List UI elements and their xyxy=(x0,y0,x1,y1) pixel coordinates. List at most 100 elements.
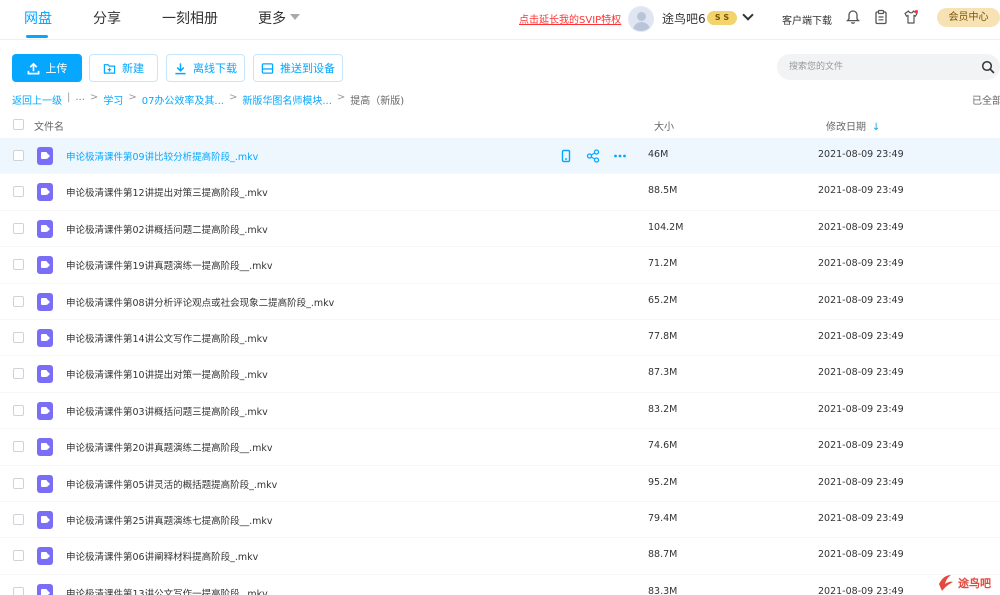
user-menu-chevron-icon[interactable] xyxy=(742,9,754,21)
file-size: 79.4M xyxy=(648,512,678,524)
breadcrumb-back[interactable]: 返回上一级 xyxy=(12,92,62,107)
video-file-icon xyxy=(37,510,53,529)
file-name[interactable]: 申论极清课件第06讲阐释材料提高阶段_.mkv xyxy=(66,549,258,563)
file-name[interactable]: 申论极清课件第13讲公文写作一提高阶段_.mkv xyxy=(66,586,268,595)
column-header-modified-label: 修改日期 xyxy=(826,122,866,133)
download-icon xyxy=(175,62,186,74)
file-name[interactable]: 申论极清课件第25讲真题演练七提高阶段__.mkv xyxy=(66,513,273,527)
file-name[interactable]: 申论极清课件第05讲灵活的概括题提高阶段_.mkv xyxy=(66,477,277,491)
table-row[interactable]: 申论极清课件第06讲阐释材料提高阶段_.mkv 88.7M 2021-08-09 2… xyxy=(0,538,1000,575)
table-row[interactable]: 申论极清课件第20讲真题演练二提高阶段__.mkv 74.6M 2021-08-09… xyxy=(0,429,1000,466)
file-name[interactable]: 申论极清课件第20讲真题演练二提高阶段__.mkv xyxy=(66,440,273,454)
breadcrumb-item[interactable]: 新版华图名师模块... xyxy=(242,92,332,107)
table-row[interactable]: 申论极清课件第25讲真题演练七提高阶段__.mkv 79.4M 2021-08-09… xyxy=(0,502,1000,539)
file-name[interactable]: 申论极清课件第08讲分析评论观点或社会现象二提高阶段_.mkv xyxy=(66,295,334,309)
search-input[interactable] xyxy=(789,59,969,75)
svip-renew-link[interactable]: 点击延长我的SVIP特权 xyxy=(519,11,621,26)
new-button[interactable]: 新建 xyxy=(89,54,158,82)
file-name[interactable]: 申论极清课件第19讲真题演练一提高阶段__.mkv xyxy=(66,258,273,272)
file-name[interactable]: 申论极清课件第03讲概括问题三提高阶段_.mkv xyxy=(66,404,268,418)
bell-icon[interactable] xyxy=(845,9,861,25)
table-row[interactable]: 申论极清课件第10讲提出对策一提高阶段_.mkv 87.3M 2021-08-09 … xyxy=(0,356,1000,393)
video-file-icon xyxy=(37,365,53,384)
more-options-icon[interactable] xyxy=(613,149,627,163)
row-checkbox[interactable] xyxy=(13,259,24,271)
select-all-checkbox[interactable] xyxy=(13,119,24,130)
offline-download-button[interactable]: 离线下载 xyxy=(166,54,245,82)
table-row[interactable]: 申论极清课件第02讲概括问题二提高阶段_.mkv 104.2M 2021-08-09… xyxy=(0,211,1000,248)
file-modified-date: 2021-08-09 23:49 xyxy=(818,512,904,524)
video-file-icon xyxy=(37,401,53,420)
video-file-icon xyxy=(37,219,53,238)
share-icon[interactable] xyxy=(586,149,600,163)
tab-more[interactable]: 更多 xyxy=(258,8,286,28)
table-row[interactable]: 申论极清课件第13讲公文写作一提高阶段_.mkv 83.3M 2021-08-09 … xyxy=(0,575,1000,595)
tab-netdisk[interactable]: 网盘 xyxy=(24,8,52,28)
search-icon[interactable] xyxy=(981,60,995,74)
file-size: 88.5M xyxy=(648,185,678,197)
push-device-icon[interactable] xyxy=(559,149,573,163)
upload-label: 上传 xyxy=(45,62,68,75)
upload-icon xyxy=(27,62,39,74)
row-checkbox[interactable] xyxy=(13,513,24,525)
file-modified-date: 2021-08-09 23:49 xyxy=(818,585,904,595)
table-row[interactable]: 申论极清课件第08讲分析评论观点或社会现象二提高阶段_.mkv 65.2M 2021… xyxy=(0,284,1000,320)
row-checkbox[interactable] xyxy=(13,150,24,161)
breadcrumb-current: 提高（新版) xyxy=(350,96,405,107)
clipboard-icon[interactable] xyxy=(873,9,889,25)
file-name[interactable]: 申论极清课件第12讲提出对策三提高阶段_.mkv xyxy=(66,185,268,199)
row-checkbox[interactable] xyxy=(13,550,24,562)
video-file-icon xyxy=(37,147,53,165)
device-icon xyxy=(261,62,274,74)
column-header-size[interactable]: 大小 xyxy=(654,118,674,133)
vip-level-badge: S S xyxy=(707,11,737,25)
file-name[interactable]: 申论极清课件第14讲公文写作二提高阶段_.mkv xyxy=(66,331,268,345)
table-row[interactable]: 申论极清课件第05讲灵活的概括题提高阶段_.mkv 95.2M 2021-08-09… xyxy=(0,466,1000,502)
row-checkbox[interactable] xyxy=(13,404,24,416)
file-modified-date: 2021-08-09 23:49 xyxy=(818,221,904,233)
breadcrumb-separator: > xyxy=(89,92,99,103)
row-checkbox[interactable] xyxy=(13,186,24,198)
row-checkbox[interactable] xyxy=(13,295,24,307)
file-name[interactable]: 申论极清课件第10讲提出对策一提高阶段_.mkv xyxy=(66,367,268,381)
file-list: 申论极清课件第09讲比较分析提高阶段_.mkv 46M 2021-08-09 23:… xyxy=(0,138,1000,595)
table-row[interactable]: 申论极清课件第09讲比较分析提高阶段_.mkv 46M 2021-08-09 23:… xyxy=(0,138,1000,175)
file-size: 95.2M xyxy=(648,476,678,488)
row-checkbox[interactable] xyxy=(13,368,24,380)
table-row[interactable]: 申论极清课件第14讲公文写作二提高阶段_.mkv 77.8M 2021-08-09 … xyxy=(0,320,1000,357)
push-to-device-button[interactable]: 推送到设备 xyxy=(253,54,343,82)
row-checkbox[interactable] xyxy=(13,477,24,489)
column-header-modified[interactable]: 修改日期 ↓ xyxy=(826,118,880,133)
file-modified-date: 2021-08-09 23:49 xyxy=(818,440,904,452)
file-modified-date: 2021-08-09 23:49 xyxy=(818,185,904,197)
column-header-name[interactable]: 文件名 xyxy=(34,118,64,133)
file-size: 65.2M xyxy=(648,294,678,306)
breadcrumb-separator: > xyxy=(336,92,346,103)
breadcrumb-item[interactable]: 07办公效率及其... xyxy=(142,92,224,107)
shirt-icon[interactable] xyxy=(903,9,919,25)
file-name[interactable]: 申论极清课件第02讲概括问题二提高阶段_.mkv xyxy=(66,222,268,236)
upload-button[interactable]: 上传 xyxy=(12,54,82,82)
row-checkbox[interactable] xyxy=(13,586,24,595)
video-file-icon xyxy=(37,474,53,493)
username[interactable]: 途鸟吧6 xyxy=(662,10,706,27)
table-row[interactable]: 申论极清课件第19讲真题演练一提高阶段__.mkv 71.2M 2021-08-09… xyxy=(0,247,1000,284)
member-center-button[interactable]: 会员中心 xyxy=(937,8,1000,27)
top-nav: 网盘 分享 一刻相册 更多 点击延长我的SVIP特权 途鸟吧6 S S 客户端下… xyxy=(0,0,1000,40)
breadcrumb-ellipsis[interactable]: ... xyxy=(75,92,85,107)
chevron-down-icon[interactable] xyxy=(290,14,300,20)
row-checkbox[interactable] xyxy=(13,441,24,453)
avatar[interactable] xyxy=(628,6,654,32)
tab-moment-album[interactable]: 一刻相册 xyxy=(162,8,218,28)
client-download-link[interactable]: 客户端下载 xyxy=(782,12,832,27)
tab-share[interactable]: 分享 xyxy=(93,8,121,28)
file-name[interactable]: 申论极清课件第09讲比较分析提高阶段_.mkv xyxy=(66,149,258,163)
file-modified-date: 2021-08-09 23:49 xyxy=(818,367,904,379)
row-checkbox[interactable] xyxy=(13,222,24,234)
row-checkbox[interactable] xyxy=(13,331,24,343)
table-row[interactable]: 申论极清课件第03讲概括问题三提高阶段_.mkv 83.2M 2021-08-09 … xyxy=(0,393,1000,430)
file-size: 83.3M xyxy=(648,585,678,595)
table-row[interactable]: 申论极清课件第12讲提出对策三提高阶段_.mkv 88.5M 2021-08-09 … xyxy=(0,174,1000,211)
breadcrumb-item[interactable]: 学习 xyxy=(103,92,123,107)
video-file-icon xyxy=(37,328,53,347)
